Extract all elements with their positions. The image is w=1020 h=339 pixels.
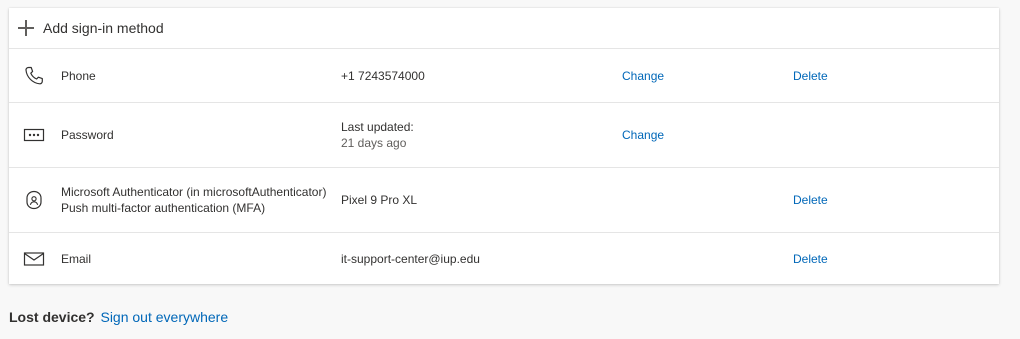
authenticator-icon [23, 189, 45, 211]
last-updated-value: 21 days ago [341, 136, 407, 150]
add-sign-in-method-label: Add sign-in method [43, 20, 164, 36]
delete-email-link[interactable]: Delete [793, 252, 828, 266]
method-detail: Last updated: 21 days ago [341, 119, 414, 151]
lost-device-label: Lost device? [9, 309, 95, 325]
method-name: Phone [61, 68, 96, 83]
plus-icon [17, 19, 35, 37]
sign-out-everywhere-link[interactable]: Sign out everywhere [100, 309, 228, 325]
sign-in-methods-card: Add sign-in method Phone +1 7243574000 C… [9, 8, 999, 284]
last-updated-label: Last updated: [341, 120, 414, 134]
method-row-email: Email it-support-center@iup.edu Delete [9, 233, 999, 285]
method-detail: Pixel 9 Pro XL [341, 193, 418, 207]
authenticator-name: Microsoft Authenticator (in microsoftAut… [61, 185, 327, 199]
change-password-link[interactable]: Change [622, 128, 664, 142]
method-detail: +1 7243574000 [341, 68, 425, 83]
method-row-authenticator: Microsoft Authenticator (in microsoftAut… [9, 168, 999, 233]
delete-authenticator-link[interactable]: Delete [793, 193, 828, 207]
lost-device-footer: Lost device? Sign out everywhere [9, 309, 228, 325]
method-name: Microsoft Authenticator (in microsoftAut… [61, 184, 326, 216]
add-sign-in-method-button[interactable]: Add sign-in method [9, 8, 999, 49]
phone-icon [23, 65, 45, 87]
password-icon [23, 124, 45, 146]
method-name: Email [61, 252, 92, 266]
authenticator-type: Push multi-factor authentication (MFA) [61, 201, 266, 215]
method-row-phone: Phone +1 7243574000 Change Delete [9, 49, 999, 103]
method-name: Password [61, 128, 114, 142]
change-phone-link[interactable]: Change [622, 69, 664, 83]
method-row-password: Password Last updated: 21 days ago Chang… [9, 103, 999, 168]
delete-phone-link[interactable]: Delete [793, 69, 828, 83]
method-detail: it-support-center@iup.edu [341, 252, 480, 266]
email-icon [23, 248, 45, 270]
